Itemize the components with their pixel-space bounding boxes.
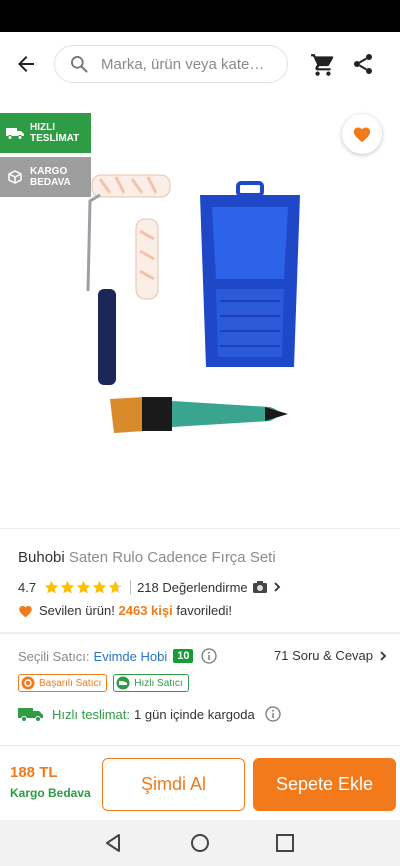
product-image-gallery[interactable]: HIZLI TESLİMAT KARGO BEDAVA	[0, 96, 400, 526]
fast-delivery-badge: HIZLI TESLİMAT	[0, 113, 91, 153]
share-button[interactable]	[351, 52, 375, 76]
bottom-action-bar: 188 TL Kargo Bedava Şimdi Al Sepete Ekle	[0, 746, 400, 820]
info-icon[interactable]	[201, 648, 218, 664]
add-to-cart-button[interactable]: Sepete Ekle	[253, 758, 396, 811]
badge-line-1: HIZLI	[30, 122, 55, 133]
delivery-text: 1 gün içinde kargoda	[134, 706, 255, 722]
medal-icon	[21, 676, 35, 690]
cart-button[interactable]	[310, 52, 336, 78]
seller-score-badge: 10	[173, 649, 194, 663]
product-image	[86, 174, 300, 433]
delivery-info: Hızlı teslimat: 1 gün içinde kargoda	[18, 706, 281, 722]
search-box[interactable]	[54, 45, 288, 83]
reviews-count: 218 Değerlendirme	[137, 579, 248, 595]
delivery-label: Hızlı teslimat:	[52, 706, 131, 722]
tag-label: Başarılı Satıcı	[39, 677, 102, 689]
product-brand[interactable]: Buhobi	[18, 549, 65, 566]
price: 188 TL	[10, 764, 58, 781]
system-nav-bar	[0, 820, 400, 866]
seller-label: Seçili Satıcı:	[18, 648, 90, 664]
share-icon	[354, 54, 372, 74]
box-icon	[6, 170, 24, 184]
fav-count: 2463 kişi	[118, 603, 173, 618]
status-bar	[0, 0, 400, 32]
rating-value: 4.7	[18, 579, 37, 595]
qa-label: 71 Soru & Cevap	[274, 648, 374, 663]
nav-home-icon[interactable]	[190, 833, 210, 853]
info-icon[interactable]	[265, 706, 281, 722]
nav-back-icon[interactable]	[104, 833, 124, 853]
divider	[0, 632, 400, 634]
truck-icon	[6, 126, 24, 140]
badge-line-2: TESLİMAT	[30, 133, 80, 144]
buy-now-button[interactable]: Şimdi Al	[102, 758, 245, 811]
heart-icon	[353, 127, 371, 143]
truck-icon	[18, 708, 43, 722]
divider	[0, 528, 400, 529]
fav-suffix: favoriledi!	[176, 603, 232, 618]
camera-icon	[252, 581, 267, 593]
star-icon	[60, 580, 75, 593]
product-name: Saten Rulo Cadence Fırça Seti	[68, 549, 276, 566]
rating-row: 4.7 218 Değerlendirme	[18, 578, 283, 596]
divider	[130, 580, 132, 594]
back-button[interactable]	[12, 50, 40, 78]
questions-answers-link[interactable]: 71 Soru & Cevap	[274, 648, 389, 663]
seller-tags: Başarılı Satıcı Hızlı Satıcı	[18, 674, 195, 692]
seller-info: Seçili Satıcı: Evimde Hobi 10	[18, 648, 218, 664]
favorite-button[interactable]	[342, 114, 382, 154]
tag-label: Hızlı Satıcı	[134, 677, 183, 689]
fast-seller-icon	[116, 676, 130, 690]
favorites-info: Sevilen ürün! 2463 kişi favoriledi!	[18, 603, 232, 618]
fav-prefix: Sevilen ürün!	[39, 603, 115, 618]
star-icon	[92, 580, 107, 593]
top-bar	[0, 32, 400, 96]
star-rating	[44, 580, 124, 595]
heart-icon	[19, 605, 32, 617]
reviews-link[interactable]: 218 Değerlendirme	[137, 580, 283, 595]
chevron-right-icon	[380, 650, 387, 661]
seller-name-link[interactable]: Evimde Hobi	[94, 649, 168, 664]
cart-icon	[311, 54, 334, 76]
product-title: Buhobi Saten Rulo Cadence Fırça Seti	[18, 549, 276, 566]
back-arrow-icon	[18, 56, 34, 72]
successful-seller-tag: Başarılı Satıcı	[18, 674, 108, 692]
star-icon	[108, 580, 123, 593]
star-icon	[76, 580, 91, 593]
free-cargo-label: Kargo Bedava	[10, 786, 91, 800]
nav-recents-icon[interactable]	[275, 833, 295, 853]
chevron-right-icon	[274, 582, 280, 592]
search-icon	[71, 56, 88, 73]
search-input[interactable]	[101, 55, 271, 73]
fast-seller-tag: Hızlı Satıcı	[113, 674, 189, 692]
star-icon	[44, 580, 59, 593]
